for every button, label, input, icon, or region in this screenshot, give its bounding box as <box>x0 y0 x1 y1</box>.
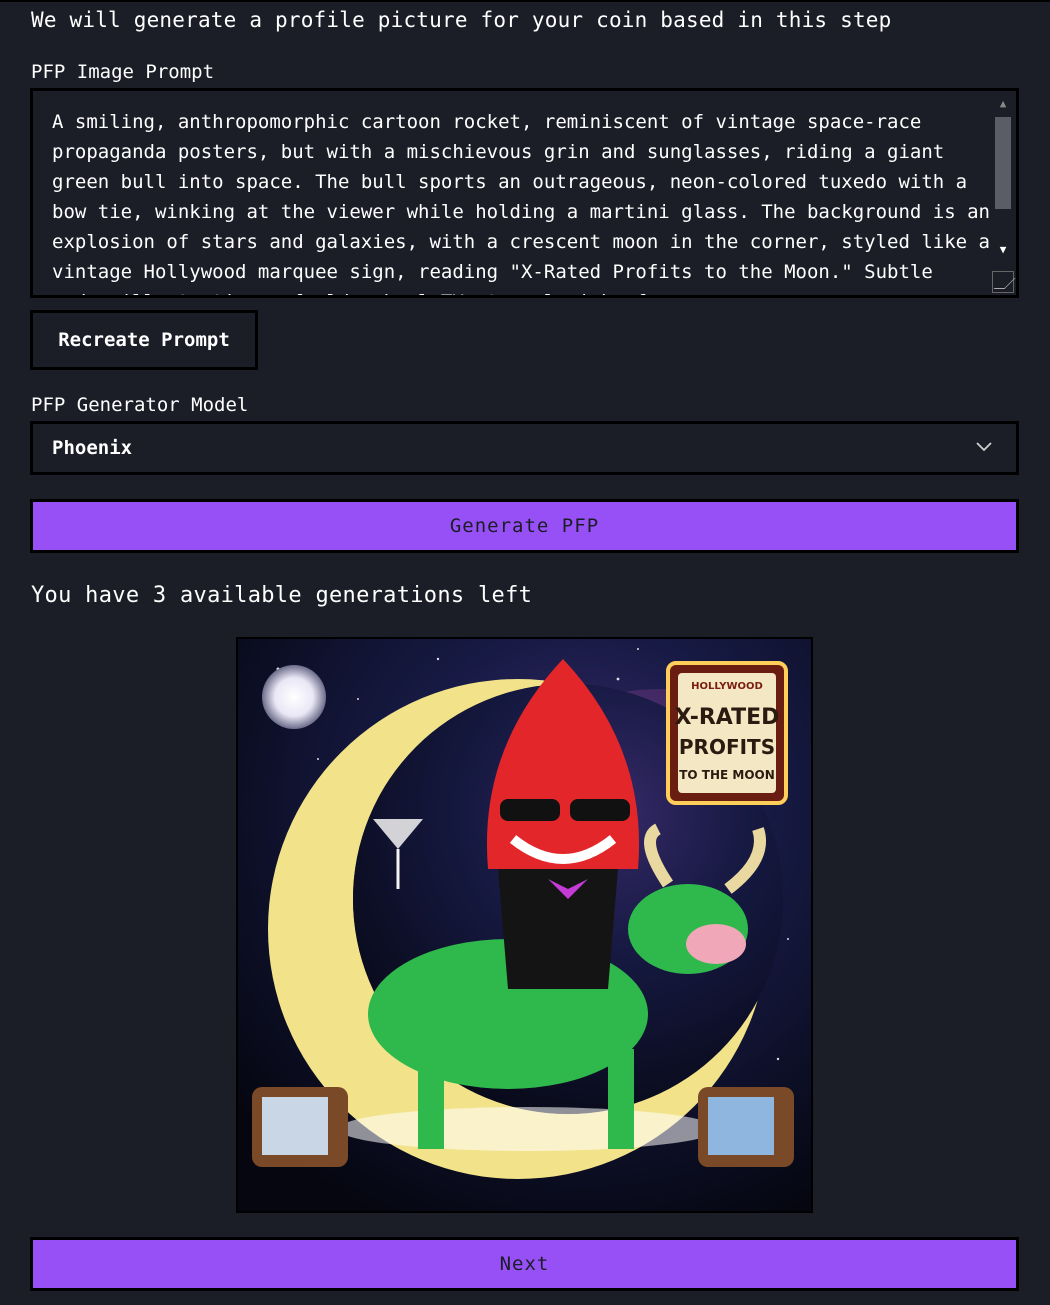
sign-line-4: TO THE MOON <box>679 768 775 782</box>
top-divider <box>0 0 1050 2</box>
generated-pfp-image: HOLLYWOOD X-RATED PROFITS TO THE MOON <box>236 637 813 1213</box>
sign-line-2: X-RATED <box>675 705 780 730</box>
prompt-text[interactable]: A smiling, anthropomorphic cartoon rocke… <box>52 107 992 295</box>
sign-line-3: PROFITS <box>679 735 775 759</box>
sign-line-1: HOLLYWOOD <box>691 681 763 692</box>
generations-remaining: You have 3 available generations left <box>31 583 533 608</box>
resize-grip-icon[interactable] <box>992 271 1014 293</box>
prompt-scrollbar[interactable]: ▲ ▼ <box>991 91 1016 295</box>
scroll-up-icon[interactable]: ▲ <box>994 95 1012 113</box>
next-button[interactable]: Next <box>30 1237 1019 1291</box>
model-selected-value: Phoenix <box>52 437 133 459</box>
chevron-down-icon <box>976 442 992 452</box>
model-label: PFP Generator Model <box>31 394 249 416</box>
pfp-illustration: HOLLYWOOD X-RATED PROFITS TO THE MOON <box>238 639 811 1211</box>
model-select[interactable]: Phoenix <box>30 421 1019 475</box>
scroll-down-icon[interactable]: ▼ <box>994 241 1012 259</box>
step-description: We will generate a profile picture for y… <box>31 8 892 32</box>
prompt-textarea[interactable]: A smiling, anthropomorphic cartoon rocke… <box>30 88 1019 298</box>
generate-pfp-button[interactable]: Generate PFP <box>30 499 1019 553</box>
recreate-prompt-button[interactable]: Recreate Prompt <box>30 310 258 370</box>
prompt-label: PFP Image Prompt <box>31 61 215 83</box>
scrollbar-thumb[interactable] <box>995 117 1011 209</box>
